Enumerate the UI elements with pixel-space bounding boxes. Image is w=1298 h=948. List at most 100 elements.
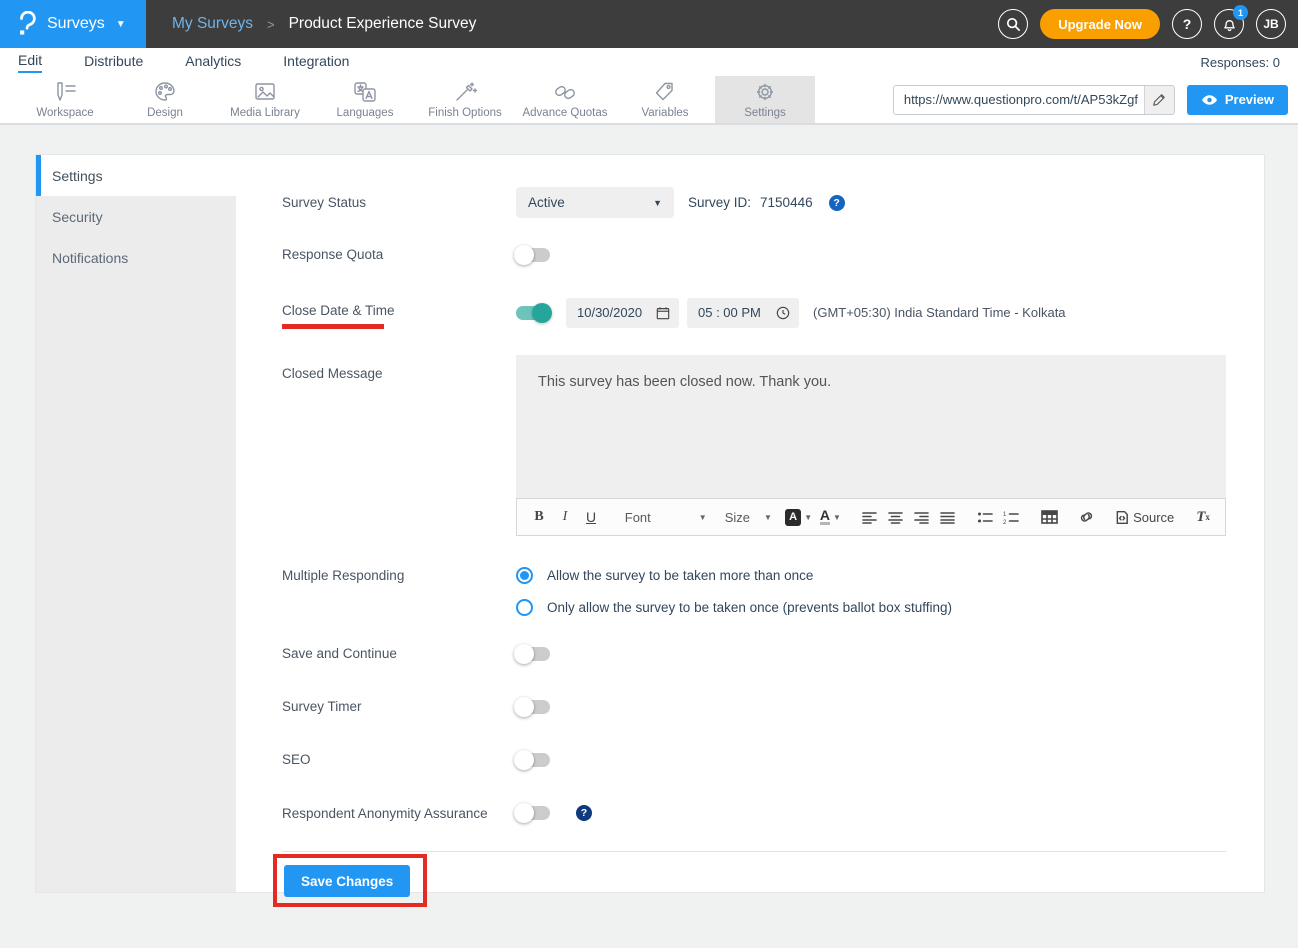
toggle-knob xyxy=(514,750,534,770)
survey-id-help-icon[interactable]: ? xyxy=(829,195,845,211)
svg-text:1: 1 xyxy=(1003,512,1007,518)
toolbar-item-advance-quotas[interactable]: Advance Quotas xyxy=(515,76,615,123)
align-right-icon xyxy=(914,511,929,524)
toolbar-item-finish-options[interactable]: Finish Options xyxy=(415,76,515,123)
survey-id-label: Survey ID: xyxy=(688,195,751,210)
text-color-button[interactable]: A▼ xyxy=(817,504,844,530)
toggle-knob xyxy=(514,803,534,823)
sidebar-item-security[interactable]: Security xyxy=(36,196,236,237)
save-and-continue-row: Save and Continue xyxy=(282,646,1226,661)
toggle-knob xyxy=(514,245,534,265)
underline-button[interactable]: U xyxy=(579,504,603,530)
italic-button[interactable]: I xyxy=(553,504,577,530)
close-date-input[interactable]: 10/30/2020 xyxy=(566,298,679,328)
product-name: Surveys xyxy=(47,15,105,33)
search-button[interactable] xyxy=(998,9,1028,39)
toolbar-item-languages[interactable]: Languages xyxy=(315,76,415,123)
survey-status-select[interactable]: Active ▼ xyxy=(516,187,674,218)
insert-table-button[interactable] xyxy=(1037,504,1061,530)
settings-sidebar: Settings Security Notifications xyxy=(36,155,236,892)
align-justify-icon xyxy=(940,511,955,524)
response-quota-row: Response Quota xyxy=(282,247,1226,262)
questionpro-logo-icon xyxy=(16,11,38,37)
radio-unselected-icon xyxy=(516,599,533,616)
close-date-label: Close Date & Time xyxy=(282,303,516,318)
seo-label: SEO xyxy=(282,752,516,767)
survey-title: Product Experience Survey xyxy=(289,15,477,33)
edit-url-button[interactable] xyxy=(1144,86,1174,114)
clock-icon xyxy=(776,306,790,320)
toolbar-label: Settings xyxy=(744,107,786,119)
source-button[interactable]: Source xyxy=(1113,504,1178,530)
response-quota-toggle[interactable] xyxy=(516,248,550,262)
toolbar-item-settings[interactable]: Settings xyxy=(715,76,815,123)
close-time-input[interactable]: 05 : 00 PM xyxy=(687,298,799,328)
tab-integration[interactable]: Integration xyxy=(283,53,349,72)
preview-button[interactable]: Preview xyxy=(1187,85,1288,115)
close-time-value: 05 : 00 PM xyxy=(698,305,761,320)
bold-button[interactable]: B xyxy=(527,504,551,530)
sidebar-item-notifications[interactable]: Notifications xyxy=(36,237,236,278)
radio-option-multiple[interactable]: Allow the survey to be taken more than o… xyxy=(516,567,952,584)
product-switcher[interactable]: Surveys ▼ xyxy=(0,0,146,48)
save-and-continue-label: Save and Continue xyxy=(282,646,516,661)
close-date-toggle[interactable] xyxy=(516,306,550,320)
closed-message-editor: This survey has been closed now. Thank y… xyxy=(516,355,1226,536)
close-date-value: 10/30/2020 xyxy=(577,305,642,320)
size-dropdown[interactable]: Size ▼ xyxy=(717,510,780,525)
font-dropdown[interactable]: Font ▼ xyxy=(617,510,715,525)
upgrade-now-button[interactable]: Upgrade Now xyxy=(1040,9,1160,39)
breadcrumb-separator: > xyxy=(267,17,275,32)
save-and-continue-toggle[interactable] xyxy=(516,647,550,661)
close-date-row: Close Date & Time 10/30/2020 05 : 00 PM xyxy=(282,296,1226,329)
respondent-anonymity-toggle[interactable] xyxy=(516,806,550,820)
help-button[interactable]: ? xyxy=(1172,9,1202,39)
anonymity-help-icon[interactable]: ? xyxy=(576,805,592,821)
align-left-button[interactable] xyxy=(857,504,881,530)
breadcrumb-my-surveys[interactable]: My Surveys xyxy=(172,15,253,33)
radio-option-once[interactable]: Only allow the survey to be taken once (… xyxy=(516,599,952,616)
radio-selected-icon xyxy=(516,567,533,584)
toolbar-item-workspace[interactable]: Workspace xyxy=(15,76,115,123)
survey-status-label: Survey Status xyxy=(282,195,516,210)
toolbar-label: Workspace xyxy=(36,107,93,119)
toolbar-item-design[interactable]: Design xyxy=(115,76,215,123)
multiple-responding-label: Multiple Responding xyxy=(282,564,516,616)
sidebar-item-settings[interactable]: Settings xyxy=(36,155,236,196)
edit-toolbar: Workspace Design Media Library Languages xyxy=(0,76,1298,125)
search-icon xyxy=(1006,17,1021,32)
avatar[interactable]: JB xyxy=(1256,9,1286,39)
toolbar-item-media-library[interactable]: Media Library xyxy=(215,76,315,123)
align-center-button[interactable] xyxy=(883,504,907,530)
closed-message-text[interactable]: This survey has been closed now. Thank y… xyxy=(516,355,1226,498)
seo-toggle[interactable] xyxy=(516,753,550,767)
insert-link-button[interactable] xyxy=(1075,504,1099,530)
respondent-anonymity-row: Respondent Anonymity Assurance ? xyxy=(282,805,1226,821)
background-color-button[interactable]: A▼ xyxy=(782,504,815,530)
survey-timer-toggle[interactable] xyxy=(516,700,550,714)
tab-edit[interactable]: Edit xyxy=(18,52,42,73)
survey-url-input[interactable] xyxy=(894,86,1144,114)
avatar-initials: JB xyxy=(1263,17,1278,31)
save-annotation-box: Save Changes xyxy=(273,854,427,907)
seo-row: SEO xyxy=(282,752,1226,767)
calendar-icon xyxy=(656,306,670,320)
align-justify-button[interactable] xyxy=(935,504,959,530)
toolbar-label: Variables xyxy=(641,107,688,119)
notifications-button[interactable]: 1 xyxy=(1214,9,1244,39)
save-changes-button[interactable]: Save Changes xyxy=(284,865,410,897)
bullet-list-button[interactable] xyxy=(973,504,997,530)
tab-analytics[interactable]: Analytics xyxy=(185,53,241,72)
align-right-button[interactable] xyxy=(909,504,933,530)
toggle-knob xyxy=(532,303,552,323)
align-center-icon xyxy=(888,511,903,524)
bullet-list-icon xyxy=(977,511,993,524)
chevron-down-icon: ▼ xyxy=(804,513,812,522)
numbered-list-button[interactable]: 12 xyxy=(999,504,1023,530)
toolbar-item-variables[interactable]: Variables xyxy=(615,76,715,123)
tab-distribute[interactable]: Distribute xyxy=(84,53,143,72)
media-library-icon xyxy=(252,80,278,104)
remove-format-button[interactable]: Tx xyxy=(1191,504,1215,530)
radio-label: Allow the survey to be taken more than o… xyxy=(547,568,813,583)
settings-card: Settings Security Notifications Survey S… xyxy=(35,154,1265,893)
